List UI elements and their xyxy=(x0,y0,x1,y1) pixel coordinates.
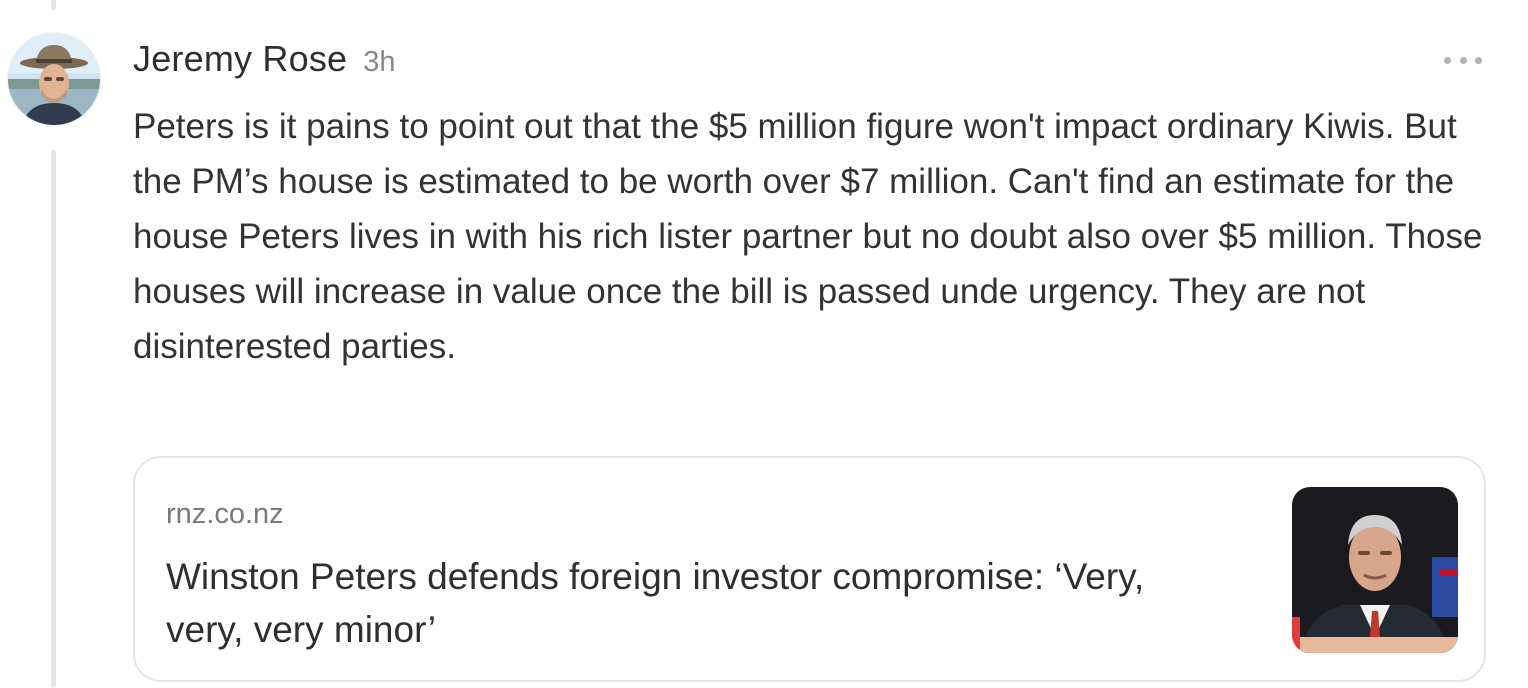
author-name[interactable]: Jeremy Rose xyxy=(133,38,347,80)
link-thumbnail xyxy=(1292,487,1458,653)
thread-line-top xyxy=(51,0,56,10)
more-horizontal-icon xyxy=(1475,56,1482,64)
link-thumbnail-image xyxy=(1292,487,1458,653)
comment-body: Peters is it pains to point out that the… xyxy=(133,107,1483,366)
thread-line xyxy=(51,150,56,688)
more-horizontal-icon xyxy=(1444,56,1451,64)
comment-header: Jeremy Rose 3h xyxy=(133,38,396,80)
link-domain: rnz.co.nz xyxy=(166,498,284,530)
avatar-image xyxy=(8,33,100,125)
comment-thread: Jeremy Rose 3h Peters is it pains to poi… xyxy=(0,0,1528,688)
more-options-button[interactable] xyxy=(1444,50,1482,70)
avatar[interactable] xyxy=(8,33,100,125)
more-horizontal-icon xyxy=(1459,56,1467,64)
link-title: Winston Peters defends foreign investor … xyxy=(166,556,1145,650)
link-preview-card[interactable]: rnz.co.nz Winston Peters defends foreign… xyxy=(133,456,1486,682)
timestamp[interactable]: 3h xyxy=(363,46,395,79)
